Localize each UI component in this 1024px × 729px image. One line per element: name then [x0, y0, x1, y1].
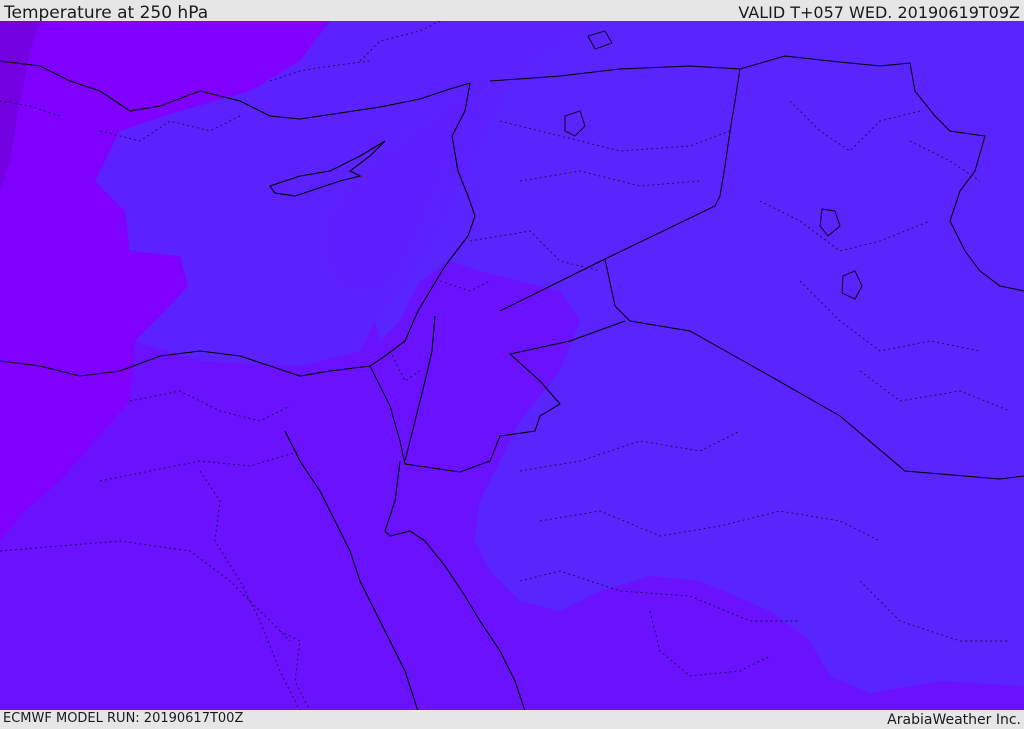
footer-bar: ECMWF MODEL RUN: 20190617T00Z ArabiaWeat…	[0, 710, 1024, 729]
map-title: Temperature at 250 hPa	[4, 3, 209, 23]
credit-label: ArabiaWeather Inc.	[887, 712, 1021, 728]
temperature-map	[0, 21, 1024, 711]
header-bar: Temperature at 250 hPa VALID T+057 WED. …	[0, 0, 1024, 23]
valid-time: VALID T+057 WED. 20190619T09Z	[738, 3, 1020, 22]
model-run-label: ECMWF MODEL RUN: 20190617T00Z	[3, 711, 244, 726]
